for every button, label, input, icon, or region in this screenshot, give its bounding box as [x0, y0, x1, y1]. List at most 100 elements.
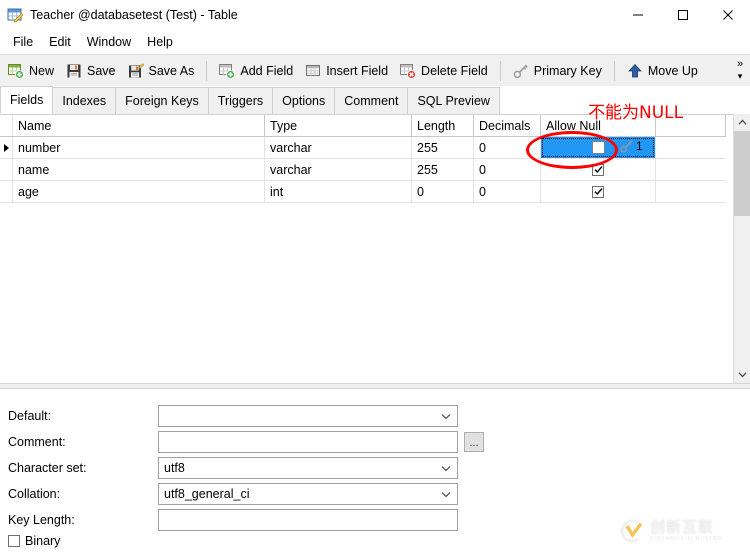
column-header-length[interactable]: Length — [412, 115, 474, 136]
table-row[interactable]: age int 0 0 — [0, 181, 726, 203]
tab-options[interactable]: Options — [272, 87, 336, 114]
checkbox-checked-icon[interactable] — [592, 185, 604, 198]
field-name-cell[interactable]: name — [13, 159, 265, 180]
menu-item-window[interactable]: Window — [79, 32, 139, 52]
toolbar-separator — [613, 60, 615, 81]
field-length-cell[interactable]: 0 — [412, 181, 474, 202]
add-field-button[interactable]: Add Field — [213, 57, 299, 85]
primary-key-button-label: Primary Key — [533, 63, 602, 78]
tab-foreign-keys-label: Foreign Keys — [125, 94, 199, 108]
annotation-text: 不能为NULL — [588, 103, 684, 123]
tab-foreign-keys[interactable]: Foreign Keys — [115, 87, 209, 114]
comment-input[interactable] — [158, 431, 458, 453]
column-header-type[interactable]: Type — [265, 115, 412, 136]
scroll-down-icon[interactable] — [734, 366, 750, 383]
grid-vertical-scrollbar[interactable] — [733, 114, 750, 383]
menu-item-help[interactable]: Help — [139, 32, 181, 52]
comment-browse-button[interactable]: ... — [464, 432, 484, 452]
delete-field-button[interactable]: Delete Field — [394, 57, 494, 85]
tab-triggers-label: Triggers — [217, 94, 264, 108]
key-icon — [620, 139, 634, 153]
allow-null-checkbox[interactable] — [541, 159, 655, 180]
menu-bar: File Edit Window Help — [0, 30, 750, 54]
tab-options-label: Options — [282, 94, 326, 108]
binary-checkbox-row[interactable]: Binary — [8, 534, 60, 548]
save-button-label: Save — [87, 63, 116, 78]
new-button-label: New — [29, 63, 55, 78]
column-header-decimals[interactable]: Decimals — [474, 115, 541, 136]
new-button[interactable]: New — [2, 57, 60, 85]
key-length-label: Key Length: — [8, 513, 75, 527]
checkbox-unchecked-icon[interactable] — [8, 535, 20, 547]
table-edit-icon — [7, 7, 24, 23]
character-set-value: utf8 — [164, 461, 185, 475]
scrollbar-thumb[interactable] — [734, 131, 750, 216]
field-type-cell[interactable]: int — [265, 181, 412, 202]
comment-row: Comment: ... — [8, 431, 484, 453]
tab-comment[interactable]: Comment — [334, 87, 409, 114]
primary-key-button[interactable]: Primary Key — [507, 57, 608, 85]
field-type-cell[interactable]: varchar — [265, 159, 412, 180]
field-decimals-cell[interactable]: 0 — [474, 159, 541, 180]
allow-null-checkbox[interactable] — [541, 181, 655, 202]
field-length-cell[interactable]: 255 — [412, 159, 474, 180]
maximize-icon[interactable] — [660, 0, 705, 30]
save-icon — [66, 63, 82, 79]
tab-sql-preview[interactable]: SQL Preview — [407, 87, 500, 114]
move-up-button-label: Move Up — [647, 63, 698, 78]
field-decimals-cell[interactable]: 0 — [474, 137, 541, 158]
insert-field-button[interactable]: Insert Field — [299, 57, 394, 85]
minimize-icon[interactable] — [615, 0, 660, 30]
field-type-cell[interactable]: varchar — [265, 137, 412, 158]
tab-fields-label: Fields — [10, 93, 44, 107]
scroll-up-icon[interactable] — [734, 114, 750, 131]
field-length-cell[interactable]: 255 — [412, 137, 474, 158]
field-decimals-cell[interactable]: 0 — [474, 181, 541, 202]
character-set-combobox[interactable]: utf8 — [158, 457, 458, 479]
table-row[interactable]: number varchar 255 0 — [0, 137, 726, 159]
default-row: Default: — [8, 405, 458, 427]
tab-triggers[interactable]: Triggers — [207, 87, 274, 114]
column-header-name[interactable]: Name — [13, 115, 265, 136]
row-marker-header — [0, 115, 13, 136]
default-combobox[interactable] — [158, 405, 458, 427]
tab-fields[interactable]: Fields — [0, 86, 54, 114]
add-field-button-label: Add Field — [240, 63, 294, 78]
move-up-button[interactable]: Move Up — [621, 57, 704, 85]
toolbar-overflow-chevron[interactable]: » ▾ — [732, 54, 748, 86]
arrow-up-icon — [627, 63, 643, 79]
table-row[interactable]: name varchar 255 0 — [0, 159, 726, 181]
chevron-down-icon — [441, 461, 451, 475]
window-title: Teacher @databasetest (Test) - Table — [30, 8, 238, 22]
watermark-mark-icon — [616, 516, 646, 546]
collation-combobox[interactable]: utf8_general_ci — [158, 483, 458, 505]
toolbar-separator — [499, 60, 501, 81]
field-name-cell[interactable]: number — [13, 137, 265, 158]
menu-item-file[interactable]: File — [5, 32, 41, 52]
save-as-button-label: Save As — [148, 63, 195, 78]
collation-value: utf8_general_ci — [164, 487, 250, 501]
menu-item-edit[interactable]: Edit — [41, 32, 79, 52]
tab-sql-preview-label: SQL Preview — [417, 94, 490, 108]
field-allow-null-cell[interactable] — [541, 181, 656, 202]
collation-row: Collation: utf8_general_ci — [8, 483, 458, 505]
close-icon[interactable] — [705, 0, 750, 30]
delete-field-icon — [400, 63, 416, 79]
field-name-cell[interactable]: age — [13, 181, 265, 202]
field-allow-null-cell[interactable] — [541, 159, 656, 180]
delete-field-button-label: Delete Field — [421, 63, 488, 78]
row-marker-current — [0, 137, 13, 158]
table-designer-window: Teacher @databasetest (Test) - Table Fil… — [0, 0, 750, 558]
checkbox-checked-icon[interactable] — [592, 163, 604, 176]
save-as-button[interactable]: Save As — [122, 57, 201, 85]
default-label: Default: — [8, 409, 52, 423]
tab-indexes[interactable]: Indexes — [52, 87, 117, 114]
key-length-input[interactable] — [158, 509, 458, 531]
checkbox-unchecked-icon[interactable] — [591, 141, 605, 154]
primary-key-badge-number: 1 — [636, 139, 643, 153]
save-button[interactable]: Save — [60, 57, 122, 85]
tab-comment-label: Comment — [344, 94, 399, 108]
primary-key-badge: 1 — [620, 139, 643, 153]
key-length-row: Key Length: — [8, 509, 458, 531]
comment-label: Comment: — [8, 435, 66, 449]
